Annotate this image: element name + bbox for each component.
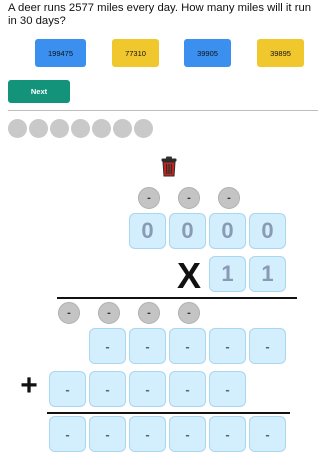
partial-product-cell[interactable]: -: [209, 328, 246, 364]
result-cell[interactable]: -: [49, 416, 86, 452]
divider: [8, 110, 318, 111]
trash-icon[interactable]: [161, 156, 177, 177]
multiplicand-digit[interactable]: 0: [209, 213, 246, 249]
partial-product-cell[interactable]: -: [129, 328, 166, 364]
multiplicand-digit[interactable]: 0: [249, 213, 286, 249]
progress-dot: [8, 119, 27, 138]
carry-cell[interactable]: -: [138, 302, 160, 324]
partial-product-cell[interactable]: -: [249, 328, 286, 364]
carry-cell[interactable]: -: [178, 187, 200, 209]
answer-option-1[interactable]: 199475: [35, 39, 86, 67]
progress-dot: [71, 119, 90, 138]
carry-cell[interactable]: -: [98, 302, 120, 324]
progress-dot: [113, 119, 132, 138]
result-cell[interactable]: -: [249, 416, 286, 452]
partial-product-cell[interactable]: -: [89, 328, 126, 364]
partial-product-cell[interactable]: -: [169, 328, 206, 364]
progress-dot: [29, 119, 48, 138]
carry-cell[interactable]: -: [58, 302, 80, 324]
multiplicand-digit[interactable]: 0: [169, 213, 206, 249]
result-cell[interactable]: -: [209, 416, 246, 452]
multiplicand-digit[interactable]: 0: [129, 213, 166, 249]
partial-product-cell[interactable]: -: [49, 371, 86, 407]
result-cell[interactable]: -: [89, 416, 126, 452]
multiply-line: [57, 297, 297, 299]
progress-dot: [92, 119, 111, 138]
sum-line: [47, 412, 290, 414]
carry-cell[interactable]: -: [178, 302, 200, 324]
carry-cell[interactable]: -: [218, 187, 240, 209]
progress-dot: [134, 119, 153, 138]
result-cell[interactable]: -: [129, 416, 166, 452]
carry-cell[interactable]: -: [138, 187, 160, 209]
plus-sign: +: [20, 369, 38, 402]
progress-dot: [50, 119, 69, 138]
partial-product-cell[interactable]: -: [129, 371, 166, 407]
partial-product-cell[interactable]: -: [169, 371, 206, 407]
partial-product-cell[interactable]: -: [209, 371, 246, 407]
next-button[interactable]: Next: [8, 80, 70, 103]
answer-option-4[interactable]: 39895: [257, 39, 304, 67]
multiply-sign: X: [176, 255, 201, 296]
answer-option-3[interactable]: 39905: [184, 39, 231, 67]
multiplier-digit[interactable]: 1: [209, 256, 246, 292]
partial-product-cell[interactable]: -: [89, 371, 126, 407]
answer-option-2[interactable]: 77310: [112, 39, 159, 67]
question-text: A deer runs 2577 miles every day. How ma…: [8, 2, 312, 27]
result-cell[interactable]: -: [169, 416, 206, 452]
multiplier-digit[interactable]: 1: [249, 256, 286, 292]
